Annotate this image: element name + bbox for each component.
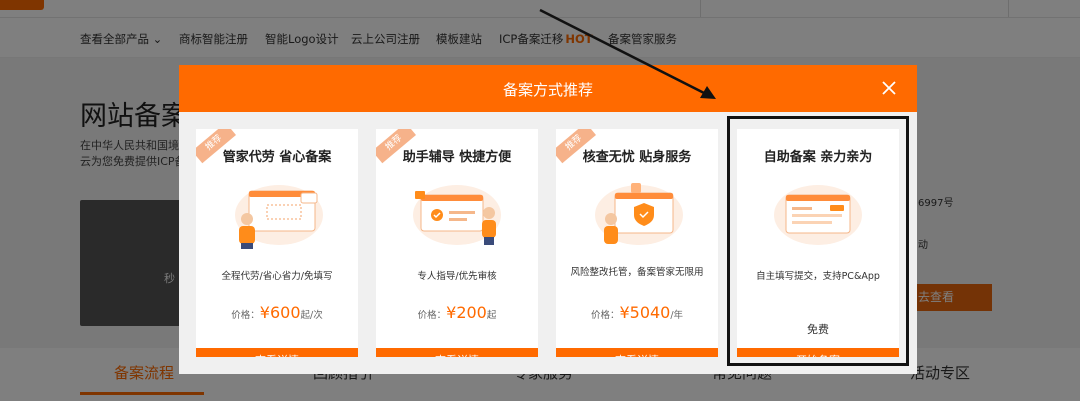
price-label: 价格： xyxy=(231,310,260,321)
price-amount: ¥600 xyxy=(259,303,301,322)
plan-price: 价格：¥600起/次 xyxy=(196,303,358,322)
highlight-box xyxy=(727,116,909,366)
plan-price: 价格：¥5040/年 xyxy=(556,303,718,322)
view-details-button[interactable]: 查看详情 xyxy=(376,348,538,357)
modal-title: 备案方式推荐 xyxy=(502,81,593,99)
plan-title: 核查无忧 贴身服务 xyxy=(582,150,692,165)
price-amount: ¥200 xyxy=(446,303,487,322)
price-unit: 起 xyxy=(486,310,497,321)
plan-title: 助手辅导 快捷方便 xyxy=(402,150,512,165)
view-details-button[interactable]: 查看详情 xyxy=(556,348,718,357)
price-amount: ¥5040 xyxy=(619,303,671,322)
plan-price: 价格：¥200起 xyxy=(376,303,538,322)
assistant-illustration-icon xyxy=(413,185,501,245)
close-icon[interactable] xyxy=(879,78,899,98)
plan-card-verification: 推荐 核查无忧 贴身服务 风险整改托管，备案管家无限用 价格：¥5040/年 查… xyxy=(556,129,718,357)
price-label: 价格： xyxy=(417,310,447,321)
plan-title: 管家代劳 省心备案 xyxy=(222,150,332,165)
plan-description: 全程代劳/省心省力/免填写 xyxy=(221,271,333,282)
price-label: 价格： xyxy=(590,310,620,321)
butler-illustration-icon xyxy=(235,185,323,249)
plan-description: 风险整改托管，备案管家无限用 xyxy=(570,267,704,278)
plan-description: 专人指导/优先审核 xyxy=(417,271,497,282)
plan-card-assistant: 推荐 助手辅导 快捷方便 专人指导/优先审核 价格：¥200起 查看详情 xyxy=(376,129,538,357)
modal-header: 备案方式推荐 xyxy=(179,65,917,112)
verification-illustration-icon xyxy=(595,183,683,245)
view-details-button[interactable]: 查看详情 xyxy=(196,348,358,357)
price-unit: /年 xyxy=(670,310,684,321)
price-unit: 起/次 xyxy=(300,310,323,321)
plan-card-butler: 推荐 管家代劳 省心备案 全程代劳/省心省力/免填写 价格：¥600起/次 查看… xyxy=(196,129,358,357)
